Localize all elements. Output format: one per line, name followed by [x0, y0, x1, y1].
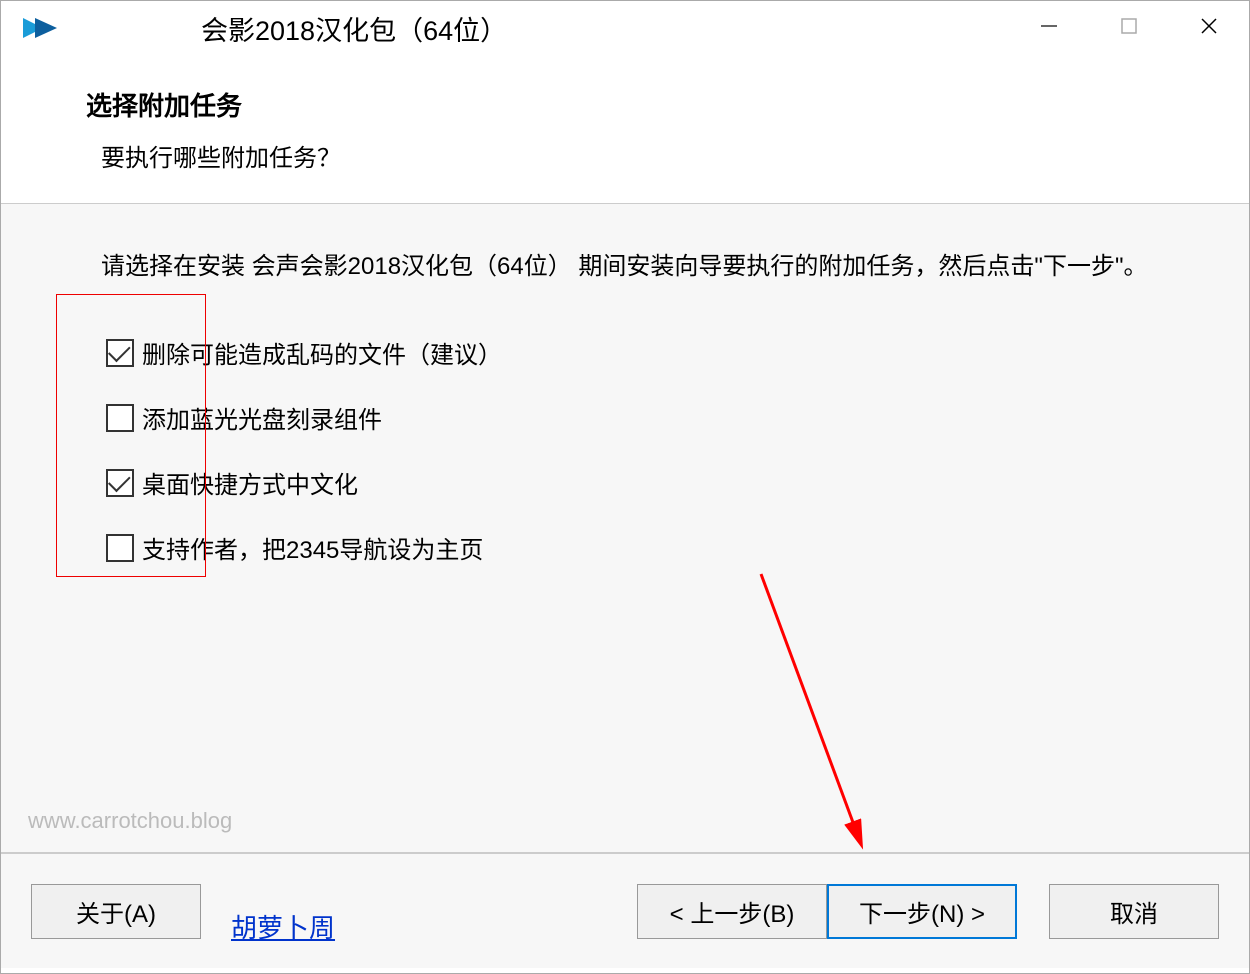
page-title: 选择附加任务 — [86, 86, 1249, 123]
window-controls — [1009, 1, 1249, 51]
header-section: 选择附加任务 要执行哪些附加任务？ — [1, 56, 1249, 203]
checkbox-item-shortcut: 桌面快捷方式中文化 — [106, 465, 1149, 500]
titlebar: 会影2018汉化包（64位） — [1, 1, 1249, 56]
maximize-button[interactable] — [1089, 1, 1169, 51]
close-button[interactable] — [1169, 1, 1249, 51]
back-button[interactable]: < 上一步(B) — [637, 884, 827, 939]
window-title: 会影2018汉化包（64位） — [71, 9, 507, 48]
checkbox-item-homepage: 支持作者，把2345导航设为主页 — [106, 530, 1149, 565]
checkbox-shortcut[interactable] — [106, 469, 134, 497]
checkbox-item-delete-files: 删除可能造成乱码的文件（建议） — [106, 335, 1149, 370]
checkbox-label: 桌面快捷方式中文化 — [142, 465, 358, 500]
page-subtitle: 要执行哪些附加任务？ — [86, 138, 1249, 173]
app-icon — [21, 14, 61, 44]
footer: 关于(A) 胡萝卜周 < 上一步(B) 下一步(N) > 取消 — [1, 853, 1249, 968]
content-area: 请选择在安装 会声会影2018汉化包（64位） 期间安装向导要执行的附加任务，然… — [1, 203, 1249, 853]
annotation-arrow — [751, 564, 951, 864]
next-button[interactable]: 下一步(N) > — [827, 884, 1017, 939]
author-link[interactable]: 胡萝卜周 — [231, 908, 335, 945]
about-button[interactable]: 关于(A) — [31, 884, 201, 939]
checkbox-list: 删除可能造成乱码的文件（建议） 添加蓝光光盘刻录组件 桌面快捷方式中文化 支持作… — [101, 335, 1149, 565]
checkbox-item-bluray: 添加蓝光光盘刻录组件 — [106, 400, 1149, 435]
checkbox-label: 添加蓝光光盘刻录组件 — [142, 400, 382, 435]
watermark-text: www.carrotchou.blog — [28, 808, 232, 834]
installer-window: 会影2018汉化包（64位） 选择附加任务 要执行哪些附加任务？ 请选择在安装 … — [0, 0, 1250, 974]
checkbox-label: 删除可能造成乱码的文件（建议） — [142, 335, 502, 370]
cancel-button[interactable]: 取消 — [1049, 884, 1219, 939]
checkbox-homepage[interactable] — [106, 534, 134, 562]
checkbox-label: 支持作者，把2345导航设为主页 — [142, 530, 483, 565]
checkbox-delete-files[interactable] — [106, 339, 134, 367]
checkbox-bluray[interactable] — [106, 404, 134, 432]
minimize-button[interactable] — [1009, 1, 1089, 51]
instruction-text: 请选择在安装 会声会影2018汉化包（64位） 期间安装向导要执行的附加任务，然… — [101, 249, 1149, 285]
